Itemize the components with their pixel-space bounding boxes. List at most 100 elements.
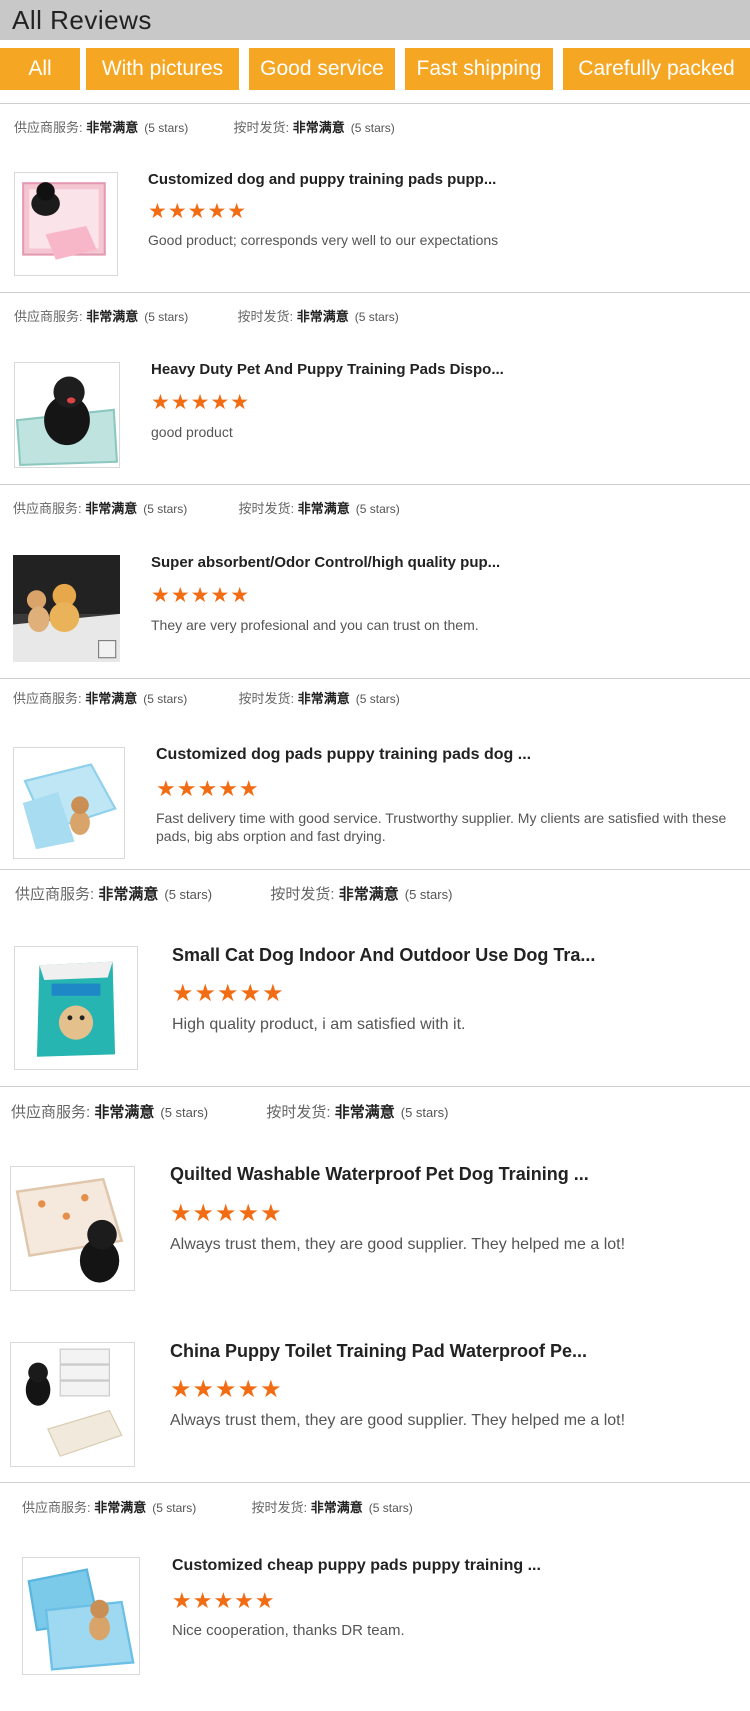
- delivery-label: 按时发货:: [251, 1500, 308, 1515]
- divider: [0, 869, 750, 870]
- supplier-service-label: 供应商服务:: [13, 691, 82, 706]
- review-meta: 供应商服务: 非常满意 (5 stars) 按时发货: 非常满意 (5 stars): [15, 883, 452, 904]
- filter-fast-shipping-button[interactable]: Fast shipping: [405, 48, 553, 90]
- delivery-value: 非常满意: [296, 309, 349, 324]
- product-title[interactable]: China Puppy Toilet Training Pad Waterpro…: [170, 1341, 587, 1362]
- supplier-service-value: 非常满意: [86, 309, 139, 324]
- delivery-label: 按时发货:: [266, 1104, 331, 1121]
- review-meta: 供应商服务: 非常满意 (5 stars) 按时发货: 非常满意 (5 stars): [13, 688, 400, 707]
- review-comment: Fast delivery time with good service. Tr…: [156, 810, 727, 844]
- delivery-stars: (5 stars): [355, 692, 400, 706]
- product-image[interactable]: [14, 946, 138, 1070]
- quilted-pad-black-dog-icon: [15, 1177, 124, 1283]
- supplier-service-value: 非常满意: [98, 886, 159, 903]
- supplier-service-value: 非常满意: [86, 120, 139, 135]
- product-image[interactable]: [10, 1166, 135, 1291]
- rating-stars: ★★★★★: [170, 1376, 283, 1403]
- filter-carefully-packed-button[interactable]: Carefully packed: [563, 48, 750, 90]
- review-comment: They are very profesional and you can tr…: [151, 617, 479, 633]
- product-title[interactable]: Heavy Duty Pet And Puppy Training Pads D…: [151, 361, 504, 378]
- delivery-stars: (5 stars): [368, 1501, 413, 1515]
- rating-stars: ★★★★★: [151, 391, 251, 414]
- delivery-value: 非常满意: [297, 501, 350, 516]
- supplier-service-stars: (5 stars): [160, 1105, 209, 1120]
- product-image[interactable]: [14, 362, 120, 468]
- pad-package-icon: [36, 961, 116, 1057]
- review-comment: good product: [151, 424, 233, 440]
- delivery-value: 非常满意: [310, 1500, 363, 1515]
- supplier-service-value: 非常满意: [85, 691, 138, 706]
- product-image[interactable]: [13, 555, 120, 662]
- delivery-value: 非常满意: [334, 1104, 395, 1121]
- review-comment: Always trust them, they are good supplie…: [170, 1412, 626, 1429]
- review-meta: 供应商服务: 非常满意 (5 stars) 按时发货: 非常满意 (5 stars): [13, 498, 400, 517]
- delivery-label: 按时发货:: [237, 309, 294, 324]
- product-title[interactable]: Customized cheap puppy pads puppy traini…: [172, 1557, 541, 1575]
- supplier-service-label: 供应商服务:: [11, 1104, 91, 1121]
- supplier-service-stars: (5 stars): [144, 121, 189, 135]
- delivery-stars: (5 stars): [400, 1105, 449, 1120]
- product-image[interactable]: [22, 1557, 140, 1675]
- product-title[interactable]: Customized dog pads puppy training pads …: [156, 746, 531, 764]
- delivery-value: 非常满意: [292, 120, 345, 135]
- supplier-service-stars: (5 stars): [144, 310, 189, 324]
- divider: [0, 484, 750, 485]
- product-title[interactable]: Super absorbent/Odor Control/high qualit…: [151, 554, 500, 571]
- supplier-service-value: 非常满意: [94, 1500, 147, 1515]
- filter-good-service-button[interactable]: Good service: [249, 48, 395, 90]
- rating-stars: ★★★★★: [172, 1588, 276, 1613]
- black-dog-on-pad-icon: [15, 376, 119, 466]
- review-comment: Always trust them, they are good supplie…: [170, 1236, 626, 1253]
- supplier-service-stars: (5 stars): [143, 502, 188, 516]
- filter-all-button[interactable]: All: [0, 48, 80, 90]
- supplier-service-value: 非常满意: [85, 501, 138, 516]
- divider: [0, 678, 750, 679]
- delivery-stars: (5 stars): [350, 121, 395, 135]
- divider: [0, 103, 750, 104]
- review-meta: 供应商服务: 非常满意 (5 stars) 按时发货: 非常满意 (5 stars): [11, 1101, 448, 1122]
- supplier-service-label: 供应商服务:: [14, 309, 83, 324]
- supplier-service-label: 供应商服务:: [14, 120, 83, 135]
- delivery-label: 按时发货:: [270, 886, 335, 903]
- pink-pads-with-black-dog-icon: [22, 182, 106, 260]
- review-meta: 供应商服务: 非常满意 (5 stars) 按时发货: 非常满意 (5 stars): [22, 1497, 413, 1516]
- divider: [0, 1086, 750, 1087]
- delivery-stars: (5 stars): [355, 502, 400, 516]
- cat-and-dog-on-pads-icon: [13, 555, 120, 662]
- review-comment: High quality product, i am satisfied wit…: [172, 1016, 466, 1033]
- delivery-label: 按时发货:: [233, 120, 290, 135]
- rating-stars: ★★★★★: [172, 980, 285, 1007]
- review-meta: 供应商服务: 非常满意 (5 stars) 按时发货: 非常满意 (5 stars): [14, 306, 399, 325]
- rating-stars: ★★★★★: [151, 584, 251, 607]
- review-meta: 供应商服务: 非常满意 (5 stars) 按时发货: 非常满意 (5 stars): [14, 117, 395, 136]
- blue-pads-with-puppy-icon: [22, 763, 117, 850]
- delivery-label: 按时发货:: [238, 691, 295, 706]
- delivery-stars: (5 stars): [354, 310, 399, 324]
- delivery-value: 非常满意: [338, 886, 399, 903]
- filter-bar: All With pictures Good service Fast ship…: [0, 48, 750, 90]
- divider: [0, 1482, 750, 1483]
- page-title: All Reviews: [0, 0, 750, 40]
- product-image[interactable]: [13, 747, 125, 859]
- rating-stars: ★★★★★: [148, 200, 248, 223]
- review-comment: Good product; corresponds very well to o…: [148, 232, 499, 248]
- product-title[interactable]: Small Cat Dog Indoor And Outdoor Use Dog…: [172, 945, 595, 966]
- white-pads-black-dog-icon: [25, 1348, 123, 1457]
- delivery-label: 按时发货:: [238, 501, 295, 516]
- supplier-service-value: 非常满意: [94, 1104, 155, 1121]
- product-image[interactable]: [14, 172, 118, 276]
- filter-with-pictures-button[interactable]: With pictures: [86, 48, 239, 90]
- supplier-service-label: 供应商服务:: [15, 886, 95, 903]
- delivery-value: 非常满意: [297, 691, 350, 706]
- supplier-service-label: 供应商服务:: [22, 1500, 91, 1515]
- rating-stars: ★★★★★: [170, 1200, 283, 1227]
- product-image[interactable]: [10, 1342, 135, 1467]
- blue-pads-small-dog-icon: [27, 1568, 135, 1671]
- delivery-stars: (5 stars): [404, 887, 453, 902]
- divider: [0, 292, 750, 293]
- supplier-service-label: 供应商服务:: [13, 501, 82, 516]
- supplier-service-stars: (5 stars): [143, 692, 188, 706]
- product-title[interactable]: Customized dog and puppy training pads p…: [148, 171, 496, 188]
- supplier-service-stars: (5 stars): [152, 1501, 197, 1515]
- product-title[interactable]: Quilted Washable Waterproof Pet Dog Trai…: [170, 1164, 589, 1185]
